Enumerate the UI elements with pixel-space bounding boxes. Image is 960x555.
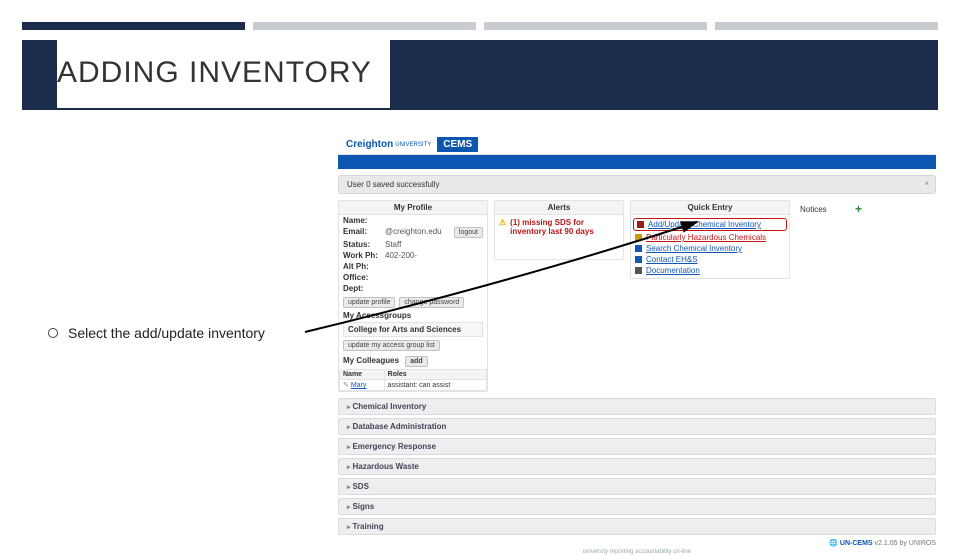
accordion-row[interactable]: Hazardous Waste [338,458,936,475]
quick-entry-panel: Quick Entry Add/Update Chemical Inventor… [630,200,790,279]
quick-entry-label: Documentation [646,266,700,275]
flash-text: User 0 saved successfully [347,180,439,189]
lbl-dept: Dept: [343,284,385,293]
footer: 🌐 UN-CEMS v2.1.05 by UNIROS [338,539,936,547]
accordion-row[interactable]: Chemical Inventory [338,398,936,415]
lbl-name: Name: [343,216,385,225]
quick-header: Quick Entry [631,201,789,215]
cems-screenshot: Creighton UNIVERSITY CEMS User 0 saved s… [338,135,936,555]
alert-item[interactable]: ⚠ (1) missing SDS for inventory last 90 … [495,215,623,239]
logo-name: Creighton [346,139,393,150]
page-title: ADDING INVENTORY [57,38,390,108]
notices-header: Notices [800,205,827,214]
row-name[interactable]: Mary [351,382,367,389]
logo-subtitle: UNIVERSITY [395,142,431,148]
color-swatch-icon [635,267,642,274]
bullet-text: Select the add/update inventory [68,325,265,341]
quick-entry-label: Search Chemical Inventory [646,244,742,253]
quick-entry-label: Particularly Hazardous Chemicals [646,233,766,242]
flash-message: User 0 saved successfully × [338,175,936,194]
nav-bar [338,155,936,169]
bullet-item: Select the add/update inventory [48,325,265,341]
plus-icon[interactable]: + [855,202,862,216]
app-header: Creighton UNIVERSITY CEMS [338,135,936,155]
lbl-workph: Work Ph: [343,251,385,260]
decorative-stripe [22,22,938,30]
accordion-row[interactable]: Database Administration [338,418,936,435]
notices-panel: Notices + [796,200,866,218]
lbl-altph: Alt Ph: [343,262,385,271]
quick-entry-item[interactable]: Add/Update Chemical Inventory [633,218,787,231]
accordion-row[interactable]: Emergency Response [338,438,936,455]
bullet-mark-icon [48,328,58,338]
footer-product: UN-CEMS [840,540,873,547]
title-block: ADDING INVENTORY [22,38,938,110]
accordion-row[interactable]: Signs [338,498,936,515]
logo-app: CEMS [437,137,478,152]
accordion-row[interactable]: SDS [338,478,936,495]
quick-entry-item[interactable]: Particularly Hazardous Chemicals [635,232,785,243]
profile-header: My Profile [339,201,487,215]
quick-entry-item[interactable]: Contact EH&S [635,254,785,265]
warning-icon: ⚠ [499,218,506,236]
change-password-button[interactable]: change password [399,297,464,308]
color-swatch-icon [635,256,642,263]
colleagues-header: My Colleagues add [339,354,487,369]
accessgroups-header: My Accessgroups [339,309,487,322]
table-row: ✎ Mary assistant: can assist [340,380,487,391]
color-swatch-icon [635,234,642,241]
accordion-row[interactable]: Training [338,518,936,535]
footer-ver: v2.1.05 by UNIROS [875,540,936,547]
val-email: @creighton.edu [385,227,448,238]
alert-text: (1) missing SDS for inventory last 90 da… [510,218,619,236]
lbl-office: Office: [343,273,385,282]
quick-entry-label: Add/Update Chemical Inventory [648,220,761,229]
profile-panel: My Profile Name: Email: @creighton.edu l… [338,200,488,392]
accordion: Chemical Inventory Database Administratio… [338,398,936,535]
val-status: Staff [385,240,483,249]
alerts-header: Alerts [495,201,623,215]
update-profile-button[interactable]: update profile [343,297,395,308]
footer-tagline: university reporting accountability on-l… [338,549,936,555]
color-swatch-icon [637,221,644,228]
color-swatch-icon [635,245,642,252]
colleagues-table: NameRoles ✎ Mary assistant: can assist [339,369,487,391]
alerts-panel: Alerts ⚠ (1) missing SDS for inventory l… [494,200,624,260]
row-role: assistant: can assist [384,380,486,391]
lbl-status: Status: [343,240,385,249]
add-colleague-button[interactable]: add [405,356,427,367]
col-name: Name [340,370,385,380]
close-icon[interactable]: × [924,179,929,188]
quick-entry-item[interactable]: Documentation [635,265,785,276]
logout-button[interactable]: logout [454,227,483,238]
accessgroup-item: College for Arts and Sciences [343,322,483,337]
quick-entry-item[interactable]: Search Chemical Inventory [635,243,785,254]
val-workph: 402-200- [385,251,483,260]
lbl-email: Email: [343,227,385,238]
update-accessgroup-button[interactable]: update my access group list [343,340,440,351]
quick-entry-label: Contact EH&S [646,255,698,264]
col-roles: Roles [384,370,486,380]
